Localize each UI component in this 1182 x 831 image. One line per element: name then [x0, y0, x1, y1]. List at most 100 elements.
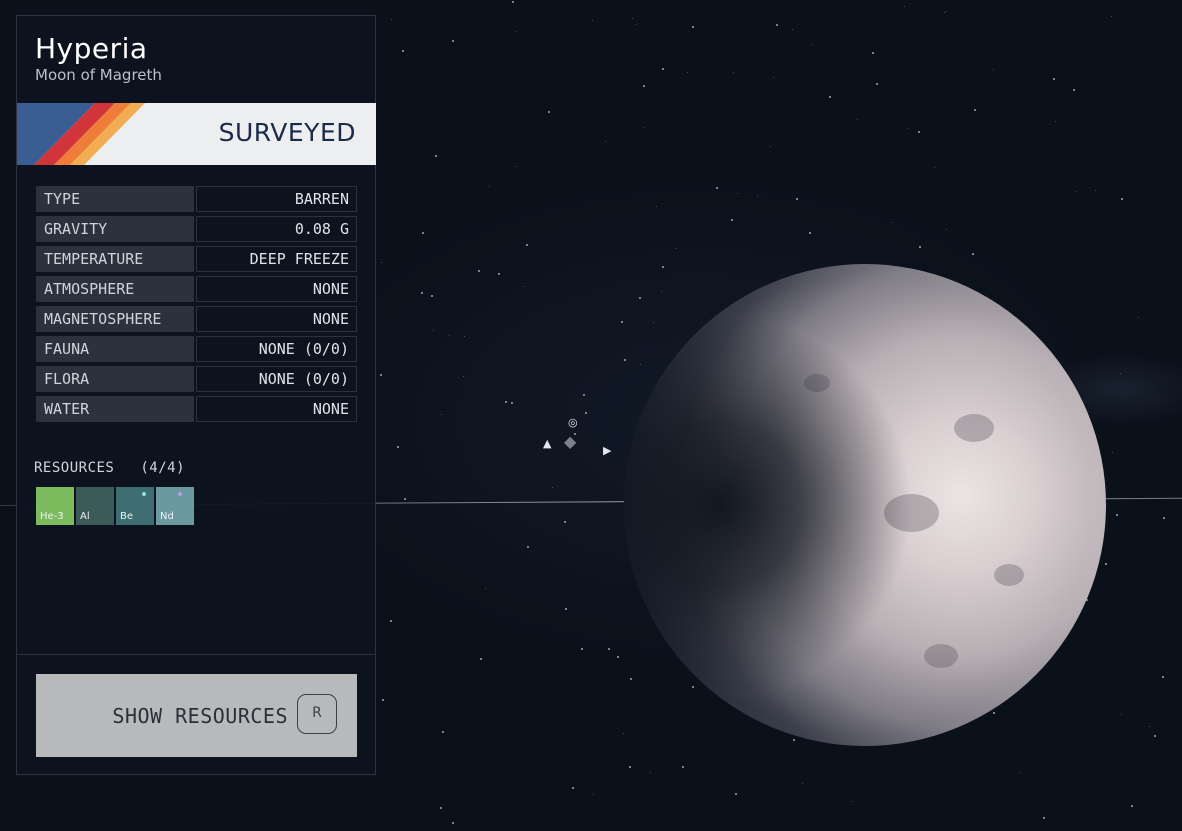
star: [812, 43, 814, 45]
stat-value: NONE (0/0): [196, 366, 357, 392]
star: [497, 273, 500, 276]
stat-value: 0.08 G: [196, 216, 357, 242]
star: [552, 486, 554, 488]
star: [638, 296, 641, 299]
stat-label: FAUNA: [36, 336, 194, 362]
star: [433, 330, 435, 331]
stat-label: TYPE: [36, 186, 194, 212]
star: [1110, 15, 1112, 17]
moon-hyperia[interactable]: [624, 264, 1106, 746]
stat-label: ATMOSPHERE: [36, 276, 194, 302]
resource-tile[interactable]: Be: [116, 487, 154, 525]
resource-marker-icon: [178, 492, 182, 496]
survey-status-label: SURVEYED: [218, 118, 356, 147]
ship-diamond-icon[interactable]: ◆: [564, 432, 576, 451]
star: [907, 127, 909, 129]
show-resources-label: SHOW RESOURCES: [112, 704, 288, 728]
star: [1121, 714, 1123, 716]
resource-tile[interactable]: He-3: [36, 487, 74, 525]
stat-value: NONE: [196, 276, 357, 302]
keybind-r-icon: R: [297, 694, 337, 734]
star: [477, 270, 480, 273]
star: [1042, 817, 1045, 820]
star: [872, 52, 875, 55]
stat-row: TEMPERATURE DEEP FREEZE: [36, 246, 357, 272]
star: [441, 731, 444, 734]
stat-row: GRAVITY 0.08 G: [36, 216, 357, 242]
star: [1075, 190, 1077, 192]
resources-header: RESOURCES (4/4): [34, 460, 185, 476]
star: [662, 266, 665, 269]
resource-symbol: Al: [80, 511, 90, 522]
star: [650, 772, 652, 774]
star: [380, 373, 383, 376]
stat-value: DEEP FREEZE: [196, 246, 357, 272]
resources-label: RESOURCES: [34, 460, 115, 476]
star: [582, 393, 585, 396]
planet-info-panel: Hyperia Moon of Magreth SURVEYED TYPE BAR…: [16, 15, 376, 775]
star: [795, 198, 798, 201]
star: [440, 807, 443, 810]
star: [522, 285, 524, 287]
star: [639, 363, 641, 365]
star: [1153, 735, 1156, 738]
star: [624, 358, 627, 361]
star: [1054, 120, 1056, 122]
target-reticle-icon[interactable]: ◎: [568, 416, 578, 429]
star: [635, 24, 637, 26]
resource-symbol: Nd: [160, 511, 174, 522]
star: [992, 69, 994, 71]
star: [791, 29, 793, 31]
star: [736, 193, 738, 195]
star: [591, 20, 593, 22]
star: [919, 245, 922, 248]
show-resources-button[interactable]: SHOW RESOURCES R: [36, 674, 357, 757]
stat-row: MAGNETOSPHERE NONE: [36, 306, 357, 332]
star: [1120, 198, 1123, 201]
stat-row: TYPE BARREN: [36, 186, 357, 212]
moon-shadow: [624, 264, 1106, 746]
star: [715, 186, 718, 189]
star: [943, 12, 945, 14]
survey-status-banner: SURVEYED: [17, 103, 376, 165]
star: [485, 588, 487, 590]
star: [514, 31, 516, 33]
star: [391, 19, 393, 21]
star: [1161, 676, 1164, 678]
resource-tile[interactable]: Al: [76, 487, 114, 525]
star: [1116, 513, 1119, 516]
star: [488, 185, 490, 187]
resource-symbol: He-3: [40, 511, 64, 522]
star: [661, 290, 663, 292]
star: [692, 26, 695, 29]
stat-row: WATER NONE: [36, 396, 357, 422]
resource-tile[interactable]: Nd: [156, 487, 194, 525]
star: [511, 0, 514, 3]
star: [382, 698, 385, 701]
star: [381, 262, 383, 264]
star: [1138, 317, 1140, 319]
star: [652, 322, 654, 324]
star: [402, 50, 404, 53]
star: [934, 167, 936, 169]
stat-row: ATMOSPHERE NONE: [36, 276, 357, 302]
star: [993, 712, 996, 715]
star: [856, 118, 858, 120]
resources-count: (4/4): [140, 460, 186, 476]
star: [1148, 725, 1150, 727]
star: [769, 146, 771, 148]
star: [631, 17, 633, 19]
star: [1111, 452, 1113, 454]
stat-value: NONE: [196, 306, 357, 332]
stat-label: GRAVITY: [36, 216, 194, 242]
star: [644, 127, 646, 129]
star: [676, 247, 678, 249]
waypoint-left-icon: ▲: [543, 437, 552, 450]
star: [802, 782, 804, 784]
star: [773, 77, 775, 79]
star: [563, 521, 566, 524]
stat-value: NONE (0/0): [196, 336, 357, 362]
star: [622, 732, 624, 734]
star: [604, 141, 606, 143]
star: [1131, 805, 1134, 807]
